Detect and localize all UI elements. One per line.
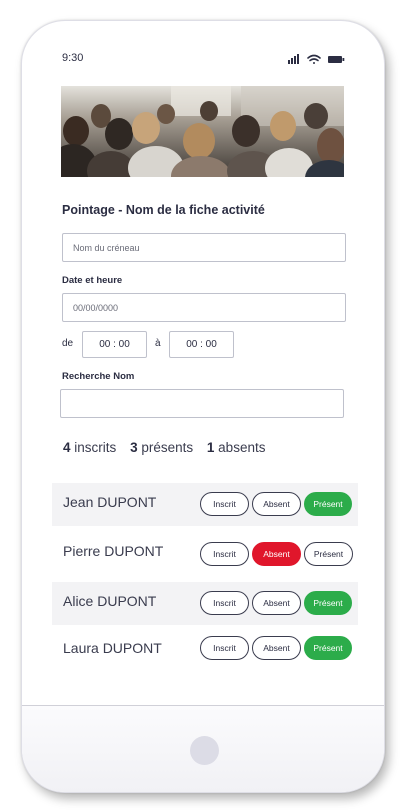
attendee-name: Pierre DUPONT <box>63 543 164 559</box>
absent-button[interactable]: Absent <box>252 591 301 615</box>
registered-button[interactable]: Inscrit <box>200 542 249 566</box>
registered-count: 4 inscrits <box>63 440 117 455</box>
to-label: à <box>155 338 161 349</box>
present-button[interactable]: Présent <box>304 542 353 566</box>
from-label: de <box>62 338 74 349</box>
home-button[interactable] <box>190 736 219 765</box>
end-time-field[interactable]: 00 : 00 <box>169 331 234 358</box>
status-icons <box>288 54 345 64</box>
absent-button[interactable]: Absent <box>252 492 301 516</box>
attendee-row: Jean DUPONT Inscrit Absent Présent <box>52 483 358 526</box>
wifi-icon <box>307 54 321 64</box>
registered-button[interactable]: Inscrit <box>200 492 249 516</box>
banner-image <box>61 86 344 177</box>
date-label: Date et heure <box>62 275 123 286</box>
absent-count: 1 absents <box>206 440 266 455</box>
status-time: 9:30 <box>62 52 84 64</box>
battery-icon <box>328 56 345 63</box>
present-button[interactable]: Présent <box>304 636 352 660</box>
registered-button[interactable]: Inscrit <box>200 591 249 615</box>
attendee-row: Laura DUPONT Inscrit Absent Présent <box>52 626 358 669</box>
search-name-input[interactable] <box>60 389 344 418</box>
attendee-name: Jean DUPONT <box>63 494 157 510</box>
phone-frame: 9:30 Pointage - Nom de la fiche activité… <box>21 20 385 793</box>
attendance-counters: 4 inscrits 3 présents 1 absents <box>63 440 275 455</box>
present-count: 3 présents <box>130 440 194 455</box>
attendee-row: Alice DUPONT Inscrit Absent Présent <box>52 582 358 625</box>
start-time-field[interactable]: 00 : 00 <box>82 331 147 358</box>
attendee-name: Laura DUPONT <box>63 640 162 656</box>
registered-button[interactable]: Inscrit <box>200 636 249 660</box>
attendee-row: Pierre DUPONT Inscrit Absent Présent <box>52 532 358 575</box>
present-button[interactable]: Présent <box>304 591 352 615</box>
attendee-name: Alice DUPONT <box>63 593 157 609</box>
slot-name-input[interactable] <box>62 233 346 262</box>
search-label: Recherche Nom <box>62 371 135 382</box>
date-input[interactable] <box>62 293 346 322</box>
audience-photo <box>61 86 344 177</box>
absent-button[interactable]: Absent <box>252 542 301 566</box>
signal-icon <box>288 54 299 64</box>
page-title: Pointage - Nom de la fiche activité <box>62 203 265 217</box>
present-button[interactable]: Présent <box>304 492 352 516</box>
absent-button[interactable]: Absent <box>252 636 301 660</box>
